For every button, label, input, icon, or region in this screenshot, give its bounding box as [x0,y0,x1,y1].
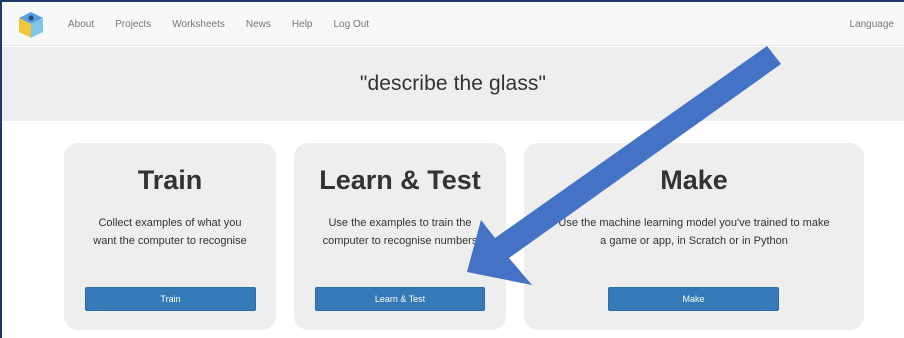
make-card: Make Use the machine learning model you'… [524,143,864,330]
train-button[interactable]: Train [85,287,256,311]
make-description-line: Use the machine learning model you've tr… [558,217,830,229]
train-card: Train Collect examples of what you want … [64,143,276,330]
make-description: Use the machine learning model you've tr… [524,214,864,250]
train-heading: Train [137,165,203,195]
learn-test-description-line: Use the examples to train the [328,217,472,229]
learn-test-description-line: computer to recognise numbers [322,235,478,247]
project-header: "describe the glass" [2,47,904,121]
nav-news[interactable]: News [246,19,271,30]
nav-projects[interactable]: Projects [115,19,151,30]
train-description-line: want the computer to recognise [93,235,247,247]
language-menu[interactable]: Language [850,2,895,46]
top-navbar: About Projects Worksheets News Help Log … [2,2,904,46]
learn-test-description: Use the examples to train the computer t… [294,214,506,250]
make-heading: Make [660,165,728,195]
make-description-line: a game or app, in Scratch or in Python [600,235,788,247]
learn-test-heading: Learn & Test [319,165,481,195]
train-description: Collect examples of what you want the co… [64,214,276,250]
nav-about[interactable]: About [68,19,94,30]
project-title: "describe the glass" [359,72,547,95]
logo-icon[interactable] [18,11,44,39]
train-description-line: Collect examples of what you [98,217,242,229]
app-frame: About Projects Worksheets News Help Log … [0,0,904,338]
nav-links: About Projects Worksheets News Help Log … [68,2,390,46]
nav-help[interactable]: Help [292,19,313,30]
learn-test-card: Learn & Test Use the examples to train t… [294,143,506,330]
nav-logout[interactable]: Log Out [333,19,369,30]
make-button[interactable]: Make [608,287,779,311]
nav-worksheets[interactable]: Worksheets [172,19,225,30]
learn-test-button[interactable]: Learn & Test [315,287,485,311]
